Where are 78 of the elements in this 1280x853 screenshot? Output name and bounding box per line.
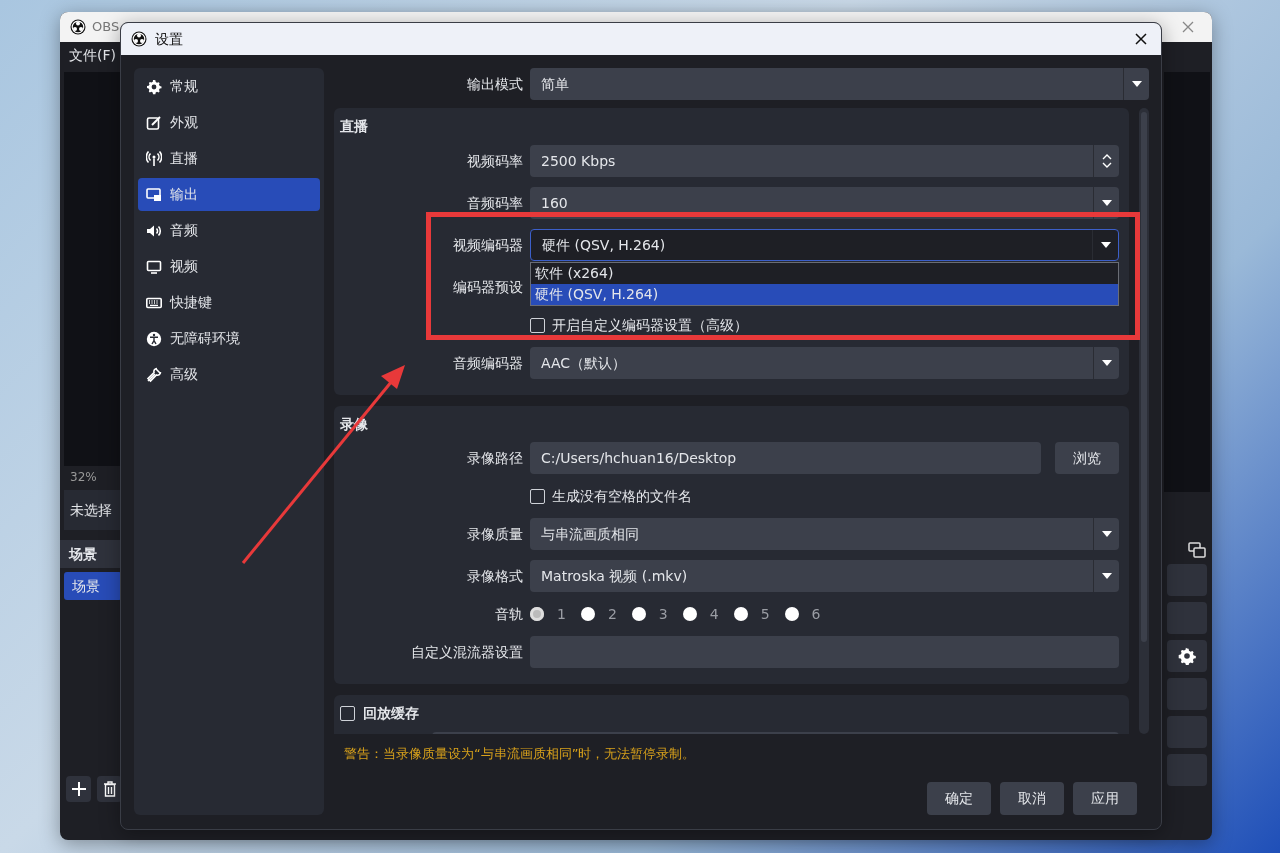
checkbox[interactable] [530,488,545,504]
field-label: 输出模式 [466,74,523,94]
group-title: 直播 [339,117,369,136]
chevron-up-icon [1100,153,1113,161]
sidebar-item[interactable]: 外观 [138,106,320,139]
field-label: 音频编码器 [452,353,523,373]
radio-label: 1 [557,604,566,624]
dialog-button[interactable]: 应用 [1073,782,1137,815]
browse-button[interactable]: 浏览 [1055,442,1119,474]
field-label: 编码器预设 [452,277,523,297]
close-icon[interactable] [1135,33,1147,45]
sidebar-item[interactable]: 视频 [138,250,320,283]
radio-label: 4 [709,604,719,624]
dropdown[interactable]: AAC（默认） [530,347,1119,379]
dropdown-option[interactable]: 硬件 (QSV, H.264) [531,284,1118,305]
checkbox[interactable] [340,706,355,721]
scenes-header: 场景 [60,540,122,568]
checkbox-label: 开启自定义编码器设置（高级） [552,315,748,335]
field-label: 视频码率 [466,151,523,171]
settings-icon [146,78,162,95]
monitor-icon [146,258,162,275]
sidebar-item[interactable]: 快捷键 [138,286,320,319]
dropdown[interactable]: 简单 [530,68,1149,100]
obs-logo-icon [70,19,86,35]
checkbox[interactable] [530,317,545,333]
scene-item[interactable]: 场景 [64,572,122,600]
dialog-button[interactable]: 取消 [1000,782,1064,815]
sidebar-item[interactable]: 高级 [138,358,320,391]
text-field[interactable] [530,636,1119,668]
radio-label: 3 [658,604,668,624]
settings-icon [1178,647,1196,665]
sidebar-item[interactable]: 常规 [138,70,320,103]
radio-button[interactable] [580,607,595,621]
radio-button[interactable] [733,607,748,621]
plus-icon [70,781,87,797]
sidebar-item[interactable]: 输出 [138,178,320,211]
dialog-button[interactable]: 确定 [927,782,991,815]
dropdown-option[interactable]: 软件 (x264) [531,263,1118,284]
add-button[interactable] [66,776,91,802]
trash-icon [102,781,117,797]
number-field[interactable]: 2500 Kbps [530,145,1119,177]
window-title: OBS [92,18,120,37]
chevron-down-icon [1100,161,1113,169]
settings-button[interactable] [1167,640,1207,672]
radio-button[interactable] [530,607,544,621]
radio-label: 6 [811,604,821,624]
windows-icon [1188,542,1206,558]
obs-logo-icon [131,31,147,47]
dialog-title: 设置 [155,29,183,49]
radio-button[interactable] [784,607,799,621]
warning-text: 警告：当录像质量设为“与串流画质相同”时，无法暂停录制。 [343,745,697,763]
accessibility-icon [146,330,162,347]
field-label: 音轨 [494,604,523,624]
radio-button[interactable] [631,607,646,621]
antenna-icon [146,150,162,167]
radio-label: 5 [760,604,770,624]
dropdown[interactable]: Matroska 视频 (.mkv) [530,560,1119,592]
path-field[interactable]: C:/Users/hchuan16/Desktop [530,442,1041,474]
sidebar-item[interactable]: 直播 [138,142,320,175]
zoom-level: 32% [70,469,97,486]
radio-label: 2 [607,604,617,624]
remove-button[interactable] [97,776,122,802]
group-title: 回放缓存 [363,704,419,723]
field-label: 视频编码器 [452,235,523,255]
checkbox-label: 生成没有空格的文件名 [552,486,692,506]
field-label: 录像质量 [466,524,523,544]
source-info-text: 未选择 [70,500,112,520]
scrollbar[interactable] [1139,108,1149,734]
radio-button[interactable] [682,607,697,621]
field-label: 自定义混流器设置 [410,642,523,662]
dropdown[interactable]: 与串流画质相同 [530,518,1119,550]
sidebar-item[interactable]: 无障碍环境 [138,322,320,355]
sidebar-item[interactable]: 音频 [138,214,320,247]
field-label: 录像路径 [466,448,523,468]
tools-icon [146,366,162,383]
field-label: 音频码率 [466,193,523,213]
field-label: 录像格式 [466,566,523,586]
menu-item[interactable]: 文件(F) [69,44,116,66]
